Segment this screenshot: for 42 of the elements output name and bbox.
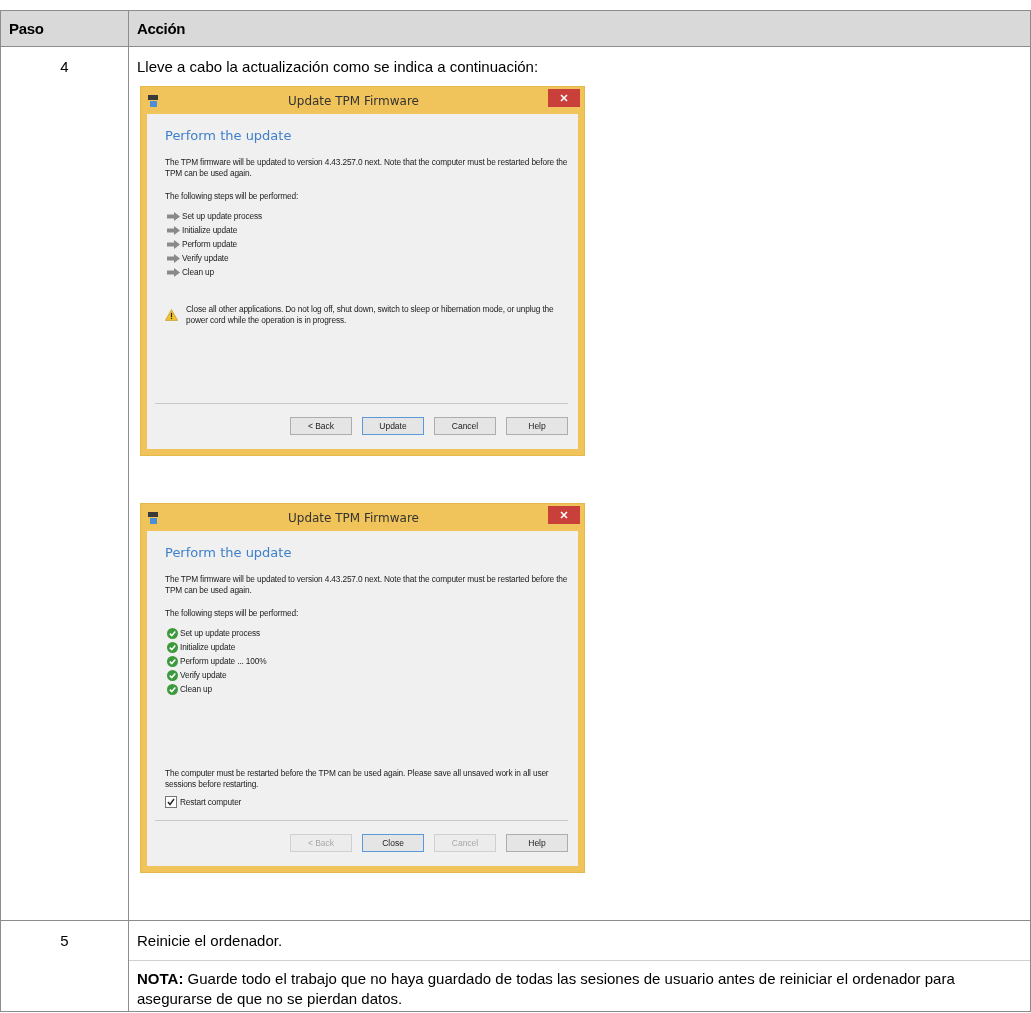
step-label: Set up update process bbox=[182, 211, 262, 222]
instruction-text: Reinicie el ordenador. bbox=[137, 932, 284, 950]
step-number: 5 bbox=[60, 932, 69, 949]
steps-label: The following steps will be performed: bbox=[165, 191, 300, 202]
step-label: Perform update bbox=[182, 239, 238, 250]
close-icon bbox=[560, 93, 568, 102]
dialog-button[interactable]: Cancel bbox=[434, 417, 496, 435]
dialog-button[interactable]: Help bbox=[506, 834, 568, 852]
checkbox[interactable] bbox=[165, 796, 177, 808]
dialog-heading: Perform the update bbox=[165, 128, 293, 143]
step-label: Verify update bbox=[180, 670, 227, 681]
window-title: Update TPM Firmware bbox=[287, 510, 420, 525]
intro-text: The TPM firmware will be updated to version 4.43.257.0 next. Note that the computer must be restarted before the TPM can be used again. bbox=[165, 574, 568, 596]
step-number: 4 bbox=[60, 58, 69, 75]
close-button[interactable] bbox=[548, 88, 580, 107]
warning-icon bbox=[165, 307, 178, 323]
column-header: Paso bbox=[0, 10, 129, 47]
intro-text: The TPM firmware will be updated to version 4.43.257.0 next. Note that the computer must be restarted before the TPM can be used again. bbox=[165, 157, 568, 179]
warning-text: Close all other applications. Do not log off, shut down, switch to sleep or hibernation mode, or unplug the power cord while the operation is in progress. bbox=[186, 304, 555, 326]
step-label: Perform update ... 100% bbox=[180, 656, 267, 667]
dialog-button[interactable]: Update bbox=[362, 417, 424, 435]
step-label: Verify update bbox=[182, 253, 229, 264]
checkbox-label: Restart computer bbox=[180, 796, 242, 808]
step-label: Set up update process bbox=[180, 628, 260, 639]
column-header: Acción bbox=[128, 10, 1031, 47]
step-label: Clean up bbox=[180, 684, 212, 695]
dialog-button[interactable]: Help bbox=[506, 417, 568, 435]
close-button[interactable] bbox=[548, 505, 580, 524]
close-icon bbox=[560, 510, 568, 519]
dialog-button[interactable]: Close bbox=[362, 834, 424, 852]
window-title: Update TPM Firmware bbox=[287, 93, 420, 108]
step-label: Initialize update bbox=[180, 642, 236, 653]
chip-icon bbox=[147, 510, 159, 525]
instruction-text: Lleve a cabo la actualización como se indica a continuación: bbox=[137, 58, 540, 76]
note-text: NOTA: Guarde todo el trabajo que no haya guardado de todas las sesiones de usuario antes de reiniciar el ordenador para asegurarse de que no se pierdan datos. bbox=[129, 960, 1030, 1011]
dialog-heading: Perform the update bbox=[165, 545, 293, 560]
dialog-button[interactable]: < Back bbox=[290, 417, 352, 435]
step-label: Clean up bbox=[182, 267, 214, 278]
notice-text: The computer must be restarted before the TPM can be used again. Please save all unsaved work in all user sessions before restarting. bbox=[165, 768, 550, 790]
step-label: Initialize update bbox=[182, 225, 238, 236]
chip-icon bbox=[147, 93, 159, 108]
steps-label: The following steps will be performed: bbox=[165, 608, 300, 619]
